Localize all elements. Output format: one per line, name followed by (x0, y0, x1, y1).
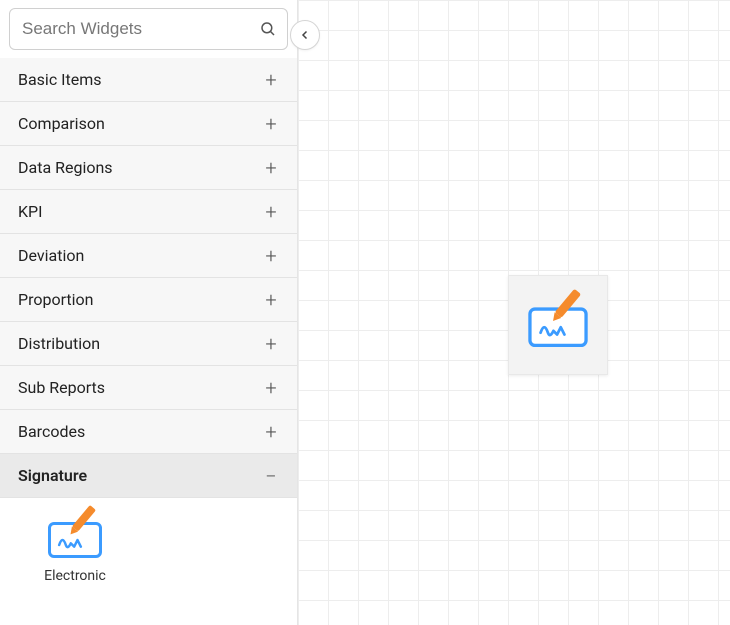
search-widgets-field[interactable] (9, 8, 288, 50)
search-icon (259, 20, 277, 38)
signature-icon (528, 303, 587, 347)
category-label: Deviation (18, 246, 84, 265)
plus-icon: + (263, 422, 279, 442)
category-label: Basic Items (18, 70, 102, 89)
category-barcodes[interactable]: Barcodes + (0, 410, 297, 454)
placed-signature-widget[interactable] (508, 275, 608, 375)
category-sub-reports[interactable]: Sub Reports + (0, 366, 297, 410)
collapse-sidebar-button[interactable] (290, 20, 320, 50)
search-container (0, 0, 297, 58)
category-label: Proportion (18, 290, 94, 309)
category-kpi[interactable]: KPI + (0, 190, 297, 234)
category-label: KPI (18, 202, 42, 221)
search-input[interactable] (22, 19, 259, 39)
chevron-left-icon (299, 29, 311, 41)
signature-icon (48, 518, 102, 558)
category-distribution[interactable]: Distribution + (0, 322, 297, 366)
plus-icon: + (263, 158, 279, 178)
category-deviation[interactable]: Deviation + (0, 234, 297, 278)
plus-icon: + (263, 290, 279, 310)
category-data-regions[interactable]: Data Regions + (0, 146, 297, 190)
design-canvas[interactable] (298, 0, 730, 625)
category-list: Basic Items + Comparison + Data Regions … (0, 58, 297, 625)
category-comparison[interactable]: Comparison + (0, 102, 297, 146)
plus-icon: + (263, 202, 279, 222)
app-root: Basic Items + Comparison + Data Regions … (0, 0, 730, 625)
category-label: Barcodes (18, 422, 85, 441)
category-basic-items[interactable]: Basic Items + (0, 58, 297, 102)
plus-icon: + (263, 246, 279, 266)
category-label: Sub Reports (18, 378, 105, 397)
widget-sidebar: Basic Items + Comparison + Data Regions … (0, 0, 298, 625)
plus-icon: + (263, 114, 279, 134)
plus-icon: + (263, 378, 279, 398)
category-signature-body: Electronic (0, 498, 297, 612)
minus-icon: − (263, 466, 279, 486)
category-signature[interactable]: Signature − (0, 454, 297, 498)
plus-icon: + (263, 70, 279, 90)
widget-electronic-signature[interactable]: Electronic (10, 510, 140, 592)
category-label: Comparison (18, 114, 105, 133)
widget-label: Electronic (44, 568, 106, 584)
category-label: Data Regions (18, 158, 113, 177)
category-label: Distribution (18, 334, 100, 353)
category-proportion[interactable]: Proportion + (0, 278, 297, 322)
category-label: Signature (18, 466, 87, 485)
canvas-area (298, 0, 730, 625)
plus-icon: + (263, 334, 279, 354)
